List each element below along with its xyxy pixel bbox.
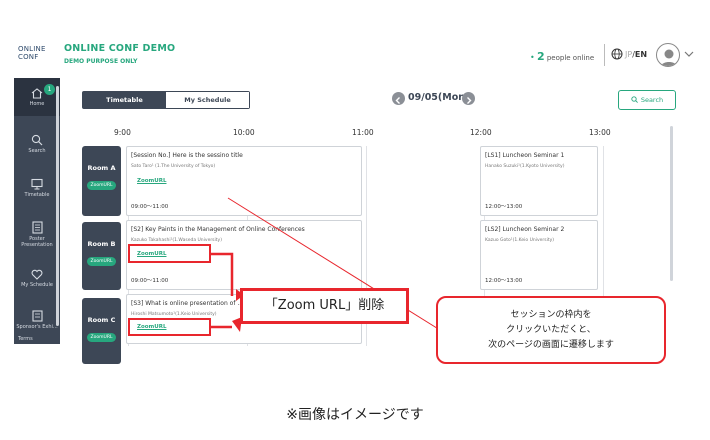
note-line: セッションの枠内を (510, 310, 592, 320)
image-caption: ※画像はイメージです (286, 407, 424, 423)
note-line: クリックいただくと、 (506, 325, 596, 335)
callout-transition-note: セッションの枠内を クリックいただくと、 次のページの画面に遷移します (436, 296, 666, 364)
annotation-arrows (211, 197, 441, 332)
note-line: 次のページの画面に遷移します (488, 340, 614, 350)
arrow-line-upper (211, 252, 234, 296)
callout-delete-zoom-url: 「Zoom URL」削除 (240, 288, 409, 324)
